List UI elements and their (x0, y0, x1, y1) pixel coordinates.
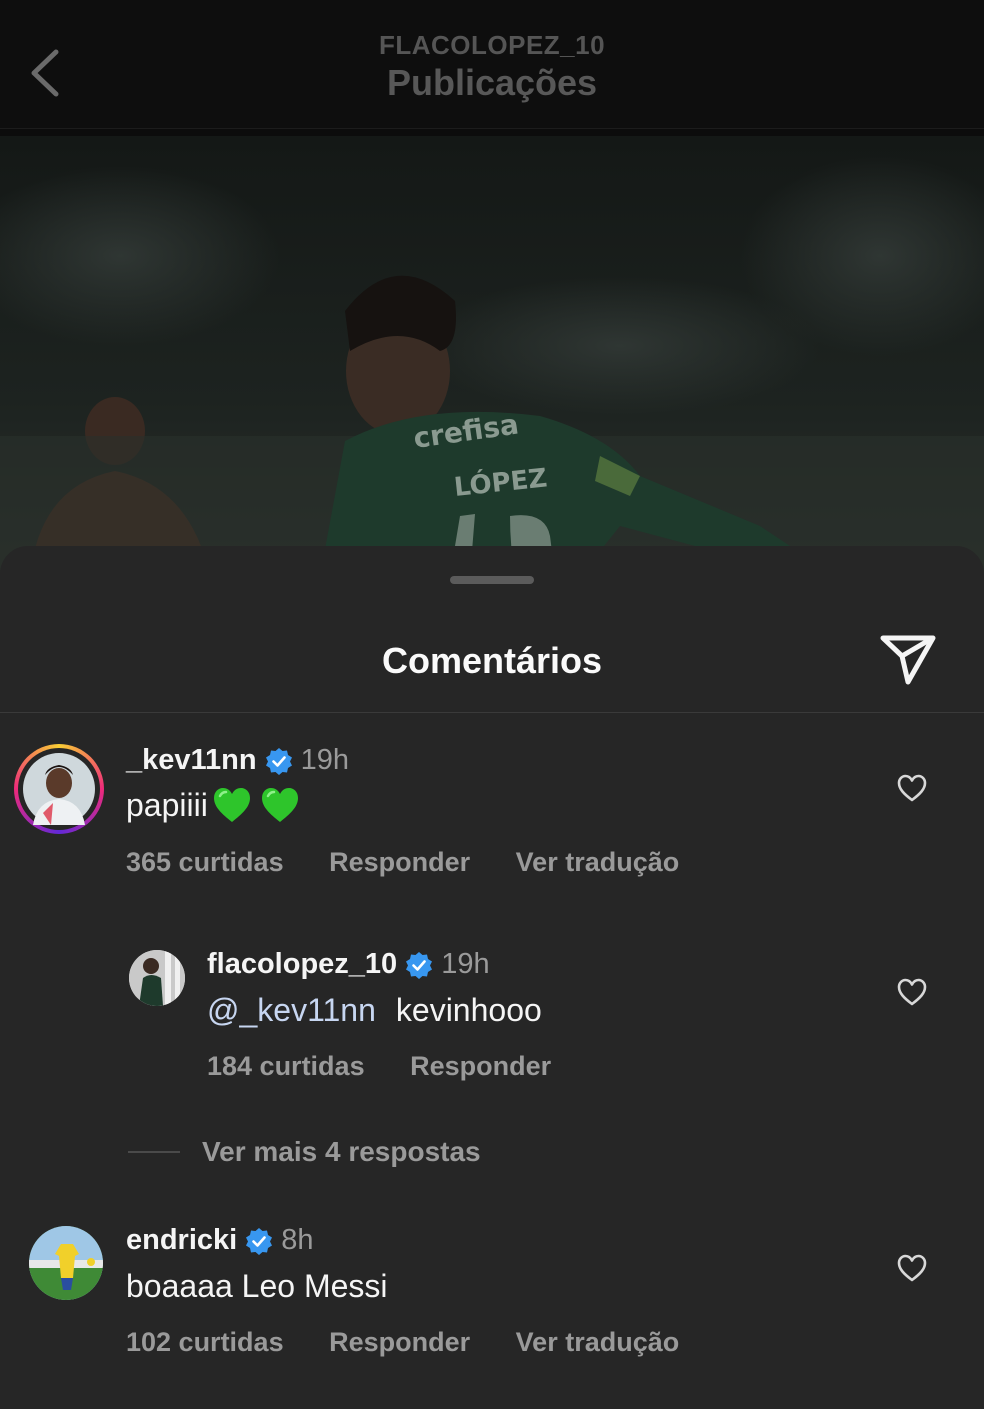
comment-text-row: papiiii (126, 786, 300, 824)
view-more-replies-button[interactable]: Ver mais 4 respostas (128, 1136, 481, 1168)
comment-time: 19h (441, 948, 490, 980)
like-heart-icon[interactable] (896, 773, 928, 803)
translate-button[interactable]: Ver tradução (516, 1327, 680, 1357)
user-photo (23, 753, 95, 825)
view-more-replies-label: Ver mais 4 respostas (202, 1136, 481, 1167)
page-title: Publicações (386, 62, 598, 103)
comment-actions: 184 curtidas Responder (207, 1051, 589, 1082)
comment-username[interactable]: flacolopez_10 (207, 948, 397, 981)
comment-header: _kev11nn 19h (126, 744, 349, 777)
comment-text-row: @_kev11nn kevinhooo (207, 992, 542, 1029)
top-bar: FLACOLOPEZ_10 Publicações (0, 0, 984, 129)
avatar[interactable] (14, 744, 104, 834)
comment-actions: 102 curtidas Responder Ver tradução (126, 1327, 717, 1358)
reply-button[interactable]: Responder (410, 1051, 551, 1081)
header-username: FLACOLOPEZ_10 (378, 30, 606, 60)
comments-title: Comentários (381, 640, 603, 681)
user-photo (29, 1226, 103, 1300)
comment-username[interactable]: _kev11nn (126, 744, 257, 777)
reply-button[interactable]: Responder (329, 1327, 470, 1357)
comment-actions: 365 curtidas Responder Ver tradução (126, 847, 717, 878)
user-photo (129, 950, 185, 1006)
comment-text-row: boaaaa Leo Messi (126, 1268, 388, 1305)
like-heart-icon[interactable] (896, 1253, 928, 1283)
verified-badge-icon (246, 1227, 273, 1255)
avatar[interactable] (129, 950, 185, 1006)
avatar[interactable] (29, 1226, 103, 1300)
verified-badge-icon (406, 951, 433, 979)
comment-text: boaaaa Leo Messi (126, 1268, 388, 1304)
like-heart-icon[interactable] (896, 977, 928, 1007)
divider (0, 712, 984, 713)
reply-button[interactable]: Responder (329, 847, 470, 877)
green-heart-emoji-icon (261, 788, 298, 822)
comment-text: papiiii (126, 786, 208, 823)
comment-time: 8h (281, 1224, 314, 1256)
likes-count[interactable]: 184 curtidas (207, 1051, 365, 1081)
comment-text: kevinhooo (395, 992, 542, 1028)
mention-link[interactable]: @_kev11nn (207, 992, 376, 1029)
likes-count[interactable]: 102 curtidas (126, 1327, 284, 1357)
share-paper-plane-icon[interactable] (878, 632, 938, 688)
green-heart-emoji-icon (213, 788, 250, 822)
player-photo: crefisa LÓPEZ (0, 136, 984, 576)
post-image[interactable]: crefisa LÓPEZ (0, 136, 984, 576)
translate-button[interactable]: Ver tradução (516, 847, 680, 877)
divider (128, 1151, 180, 1153)
sheet-drag-handle[interactable] (450, 576, 534, 584)
comment-time: 19h (300, 744, 349, 776)
comment-header: flacolopez_10 19h (207, 948, 490, 981)
likes-count[interactable]: 365 curtidas (126, 847, 284, 877)
comment-username[interactable]: endricki (126, 1224, 237, 1257)
comment-header: endricki 8h (126, 1224, 313, 1257)
verified-badge-icon (265, 747, 292, 775)
